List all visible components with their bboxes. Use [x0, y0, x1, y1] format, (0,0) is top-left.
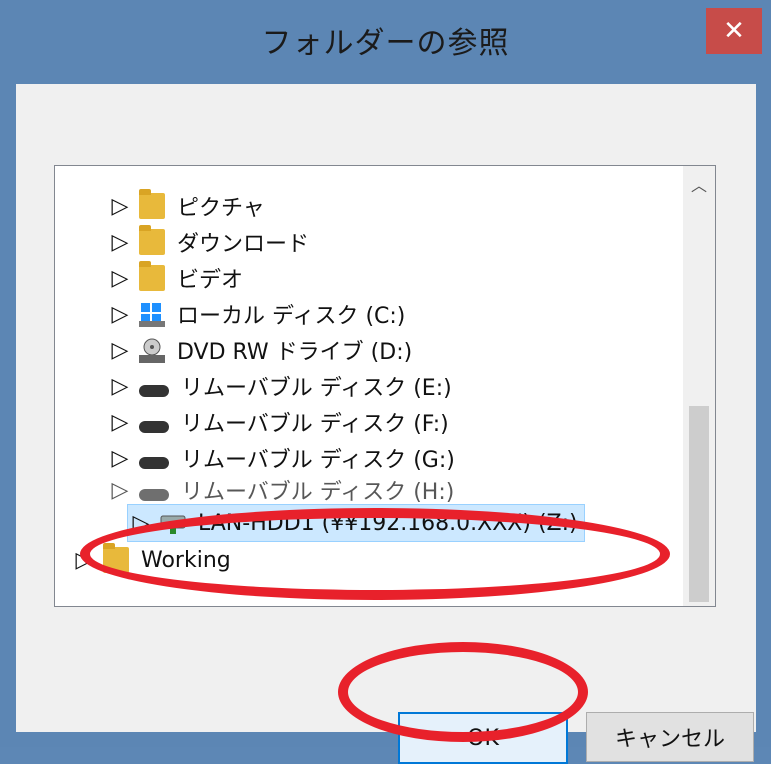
- tree-item-removable-h[interactable]: ▷ リムーバブル ディスク (H:): [112, 472, 455, 508]
- tree-item-pictures[interactable]: ▷ ピクチャ: [112, 188, 265, 224]
- tree-item-label: DVD RW ドライブ (D:): [177, 340, 413, 365]
- tree-item-dvd-drive[interactable]: ▷ DVD RW ドライブ (D:): [112, 332, 413, 368]
- expand-icon[interactable]: ▷: [112, 446, 129, 471]
- tree-item-removable-g[interactable]: ▷ リムーバブル ディスク (G:): [112, 440, 455, 476]
- ok-button[interactable]: OK: [398, 712, 568, 764]
- expand-icon[interactable]: ▷: [112, 374, 129, 399]
- removable-drive-icon: [139, 457, 169, 469]
- expand-icon[interactable]: ▷: [76, 548, 93, 573]
- tree-item-removable-f[interactable]: ▷ リムーバブル ディスク (F:): [112, 404, 449, 440]
- tree-item-label: ビデオ: [177, 268, 244, 293]
- folder-tree[interactable]: ▷ ピクチャ ▷ ダウンロード ▷ ビデオ ▷ ローカル ディスク (C:) ▷: [54, 165, 716, 607]
- tree-item-network-drive[interactable]: ▷ LAN-HDD1 (¥¥192.168.0.XXX) (Z:): [127, 504, 585, 542]
- tree-item-label: Working: [141, 547, 231, 573]
- tree-item-downloads[interactable]: ▷ ダウンロード: [112, 224, 310, 260]
- tree-item-label: ローカル ディスク (C:): [177, 304, 406, 329]
- tree-item-label: ダウンロード: [177, 232, 310, 257]
- tree-item-label: リムーバブル ディスク (F:): [181, 412, 449, 437]
- browse-folder-dialog: フォルダーの参照 ✕ ▷ ピクチャ ▷ ダウンロード ▷ ビデオ ▷ ローカル …: [0, 0, 771, 764]
- downloads-folder-icon: [139, 225, 165, 255]
- tree-item-label: リムーバブル ディスク (H:): [181, 480, 455, 505]
- scroll-thumb[interactable]: [689, 406, 709, 602]
- close-icon: ✕: [723, 16, 745, 46]
- cancel-button[interactable]: キャンセル: [586, 712, 754, 762]
- dialog-title: フォルダーの参照: [261, 26, 510, 61]
- expand-icon[interactable]: ▷: [112, 410, 129, 435]
- tree-item-videos[interactable]: ▷ ビデオ: [112, 260, 244, 296]
- dvd-drive-icon: [139, 337, 165, 363]
- pictures-folder-icon: [139, 189, 165, 219]
- tree-item-label: リムーバブル ディスク (G:): [181, 448, 455, 473]
- network-drive-icon: [160, 510, 186, 536]
- title-bar: フォルダーの参照 ✕: [0, 0, 771, 84]
- windows-drive-icon: [139, 301, 165, 327]
- close-button[interactable]: ✕: [706, 8, 762, 54]
- expand-icon[interactable]: ▷: [112, 338, 129, 363]
- removable-drive-icon: [139, 421, 169, 433]
- tree-item-local-disk[interactable]: ▷ ローカル ディスク (C:): [112, 296, 406, 332]
- tree-item-working[interactable]: ▷ Working: [76, 542, 231, 578]
- expand-icon[interactable]: ▷: [112, 478, 129, 503]
- expand-icon[interactable]: ▷: [133, 511, 150, 536]
- expand-icon[interactable]: ▷: [112, 266, 129, 291]
- folder-icon: [103, 543, 129, 573]
- dialog-client: ▷ ピクチャ ▷ ダウンロード ▷ ビデオ ▷ ローカル ディスク (C:) ▷: [16, 84, 756, 764]
- tree-item-label: リムーバブル ディスク (E:): [181, 376, 452, 401]
- tree-item-label: ピクチャ: [177, 196, 265, 221]
- scroll-up-icon[interactable]: ︿: [683, 166, 715, 202]
- expand-icon[interactable]: ▷: [112, 230, 129, 255]
- vertical-scrollbar[interactable]: ︿: [683, 166, 715, 606]
- expand-icon[interactable]: ▷: [112, 302, 129, 327]
- tree-item-removable-e[interactable]: ▷ リムーバブル ディスク (E:): [112, 368, 452, 404]
- removable-drive-icon: [139, 489, 169, 501]
- expand-icon[interactable]: ▷: [112, 194, 129, 219]
- tree-item-label: LAN-HDD1 (¥¥192.168.0.XXX) (Z:): [198, 510, 578, 536]
- videos-folder-icon: [139, 261, 165, 291]
- removable-drive-icon: [139, 385, 169, 397]
